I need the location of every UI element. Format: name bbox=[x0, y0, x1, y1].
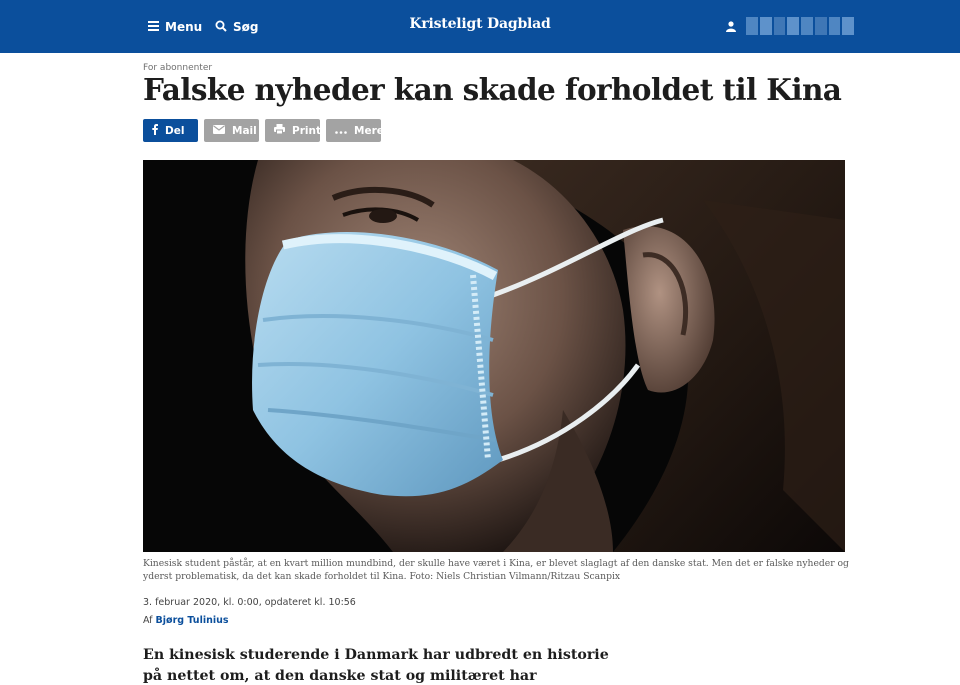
share-mail-label: Mail bbox=[232, 124, 257, 137]
search-icon bbox=[215, 20, 227, 35]
more-icon bbox=[335, 125, 347, 137]
more-label: Mere bbox=[354, 124, 384, 137]
photo-caption: Kinesisk student påstår, at en kvart mil… bbox=[143, 558, 849, 582]
print-label: Print bbox=[292, 124, 321, 137]
site-logo[interactable]: Kristeligt Dagblad bbox=[409, 16, 550, 32]
author-link[interactable]: Bjørg Tulinius bbox=[156, 615, 229, 626]
share-facebook-label: Del bbox=[165, 124, 185, 137]
article-lead-photo bbox=[143, 160, 845, 552]
publish-dateline: 3. februar 2020, kl. 0:00, opdateret kl.… bbox=[143, 597, 356, 608]
byline-prefix: Af bbox=[143, 615, 153, 626]
share-facebook-button[interactable]: Del bbox=[143, 119, 198, 142]
share-mail-button[interactable]: Mail bbox=[204, 119, 259, 142]
article-headline: Falske nyheder kan skade forholdet til K… bbox=[143, 72, 842, 107]
more-share-button[interactable]: Mere bbox=[326, 119, 384, 142]
menu-button[interactable]: Menu bbox=[148, 17, 202, 37]
mail-icon bbox=[213, 124, 225, 137]
hamburger-icon bbox=[148, 20, 159, 34]
print-icon bbox=[274, 124, 285, 137]
byline: Af Bjørg Tulinius bbox=[143, 615, 229, 626]
menu-label: Menu bbox=[165, 20, 203, 34]
print-button[interactable]: Print bbox=[265, 119, 321, 142]
top-navigation-bar: Menu Søg Kristeligt Dagblad bbox=[0, 0, 960, 53]
search-button[interactable]: Søg bbox=[215, 17, 258, 37]
facebook-icon bbox=[152, 123, 158, 138]
share-toolbar: Del Mail Print Mere bbox=[143, 119, 384, 142]
user-icon bbox=[726, 17, 736, 36]
article-lead-paragraph: En kinesisk studerende i Danmark har udb… bbox=[143, 647, 609, 684]
search-label: Søg bbox=[233, 20, 259, 34]
user-name-redacted bbox=[746, 17, 854, 35]
user-account-button[interactable] bbox=[726, 16, 854, 36]
